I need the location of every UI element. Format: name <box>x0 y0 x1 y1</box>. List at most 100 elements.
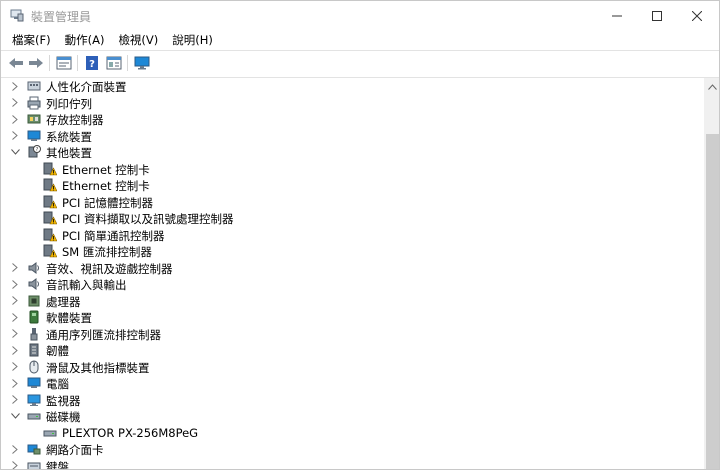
window-title: 裝置管理員 <box>31 10 92 24</box>
tree-item-label: 網路介面卡 <box>46 443 104 457</box>
chevron-right-icon[interactable] <box>9 262 21 274</box>
scroll-up-button[interactable] <box>704 78 719 95</box>
tree-category-row[interactable]: 系統裝置 <box>4 128 684 145</box>
chevron-down-icon[interactable] <box>9 410 21 422</box>
tree-item-label: 其他裝置 <box>46 146 92 160</box>
menu-bar: 檔案(F) 動作(A) 檢視(V) 說明(H) <box>1 30 719 50</box>
tree-device-row[interactable]: Ethernet 控制卡 <box>4 161 684 178</box>
warning-device-icon <box>43 162 57 175</box>
chevron-right-icon[interactable] <box>9 361 21 373</box>
minimize-button[interactable] <box>597 1 637 30</box>
disk-drive-icon <box>27 413 41 420</box>
tree-device-row[interactable]: PLEXTOR PX-256M8PeG <box>4 425 684 442</box>
tree-item-label: 存放控制器 <box>46 113 104 127</box>
warning-device-icon <box>43 178 57 192</box>
title-bar[interactable]: 裝置管理員 <box>1 1 719 30</box>
tree-item-label: PCI 簡單通訊控制器 <box>62 228 165 243</box>
disk-drive-icon <box>43 430 57 436</box>
menu-view[interactable]: 檢視(V) <box>111 30 165 50</box>
tree-category-row[interactable]: 存放控制器 <box>4 111 684 128</box>
tree-item-label: 滑鼠及其他指標裝置 <box>46 360 150 375</box>
tree-category-row[interactable]: 監視器 <box>4 392 684 409</box>
tree-category-row[interactable]: 韌體 <box>4 342 684 359</box>
minimize-icon <box>612 15 622 16</box>
chevron-right-icon[interactable] <box>9 80 21 92</box>
tree-item-label: SM 匯流排控制器 <box>62 245 152 259</box>
details-button[interactable] <box>105 54 123 72</box>
chevron-right-icon[interactable] <box>9 377 21 389</box>
scan-hardware-button[interactable] <box>133 54 151 72</box>
tree-device-row[interactable]: Ethernet 控制卡 <box>4 177 684 194</box>
forward-button[interactable] <box>27 54 45 72</box>
tree-item-label: 韌體 <box>46 344 69 358</box>
tree-category-row[interactable]: 磁碟機 <box>4 408 684 425</box>
back-button[interactable] <box>7 54 25 72</box>
device-tree[interactable]: 人性化介面裝置 列印佇列 存放控制器 系統裝置? 其他裝置 Ethernet 控制卡 Eth… <box>4 78 704 469</box>
chevron-right-icon[interactable] <box>9 130 21 142</box>
chevron-right-icon[interactable] <box>9 97 21 109</box>
tree-device-row[interactable]: PCI 簡單通訊控制器 <box>4 227 684 244</box>
tree-device-row[interactable]: PCI 記憶體控制器 <box>4 194 684 211</box>
chevron-right-icon[interactable] <box>9 328 21 340</box>
tree-item-label: PCI 資料擷取以及訊號處理控制器 <box>62 212 234 226</box>
tree-category-row[interactable]: 滑鼠及其他指標裝置 <box>4 359 684 376</box>
tree-device-row[interactable]: SM 匯流排控制器 <box>4 243 684 260</box>
chevron-right-icon[interactable] <box>9 344 21 356</box>
tree-category-row[interactable]: 列印佇列 <box>4 95 684 112</box>
system-device-icon <box>27 130 41 141</box>
speaker-icon <box>28 261 39 274</box>
tree-category-row[interactable]: 軟體裝置 <box>4 309 684 326</box>
chevron-right-icon[interactable] <box>9 394 21 406</box>
tree-device-row[interactable]: PCI 資料擷取以及訊號處理控制器 <box>4 210 684 227</box>
maximize-button[interactable] <box>637 1 677 30</box>
tree-item-label: 通用序列匯流排控制器 <box>46 327 161 342</box>
chevron-down-icon[interactable] <box>9 146 21 158</box>
tree-item-label: 監視器 <box>46 393 81 408</box>
help-button[interactable]: ? <box>83 54 101 72</box>
tree-category-row[interactable]: ? 其他裝置 <box>4 144 684 161</box>
other-device-icon: ? <box>28 145 41 158</box>
chevron-right-icon[interactable] <box>9 113 21 125</box>
vertical-scrollbar[interactable] <box>704 78 719 469</box>
storage-controller-icon <box>27 114 41 124</box>
help-icon: ? <box>86 56 98 70</box>
warning-device-icon <box>43 211 57 225</box>
tree-category-row[interactable]: 處理器 <box>4 293 684 310</box>
tree-category-row[interactable]: 電腦 <box>4 375 684 392</box>
hid-icon <box>27 81 41 91</box>
tree-item-label: 磁碟機 <box>46 410 81 424</box>
tree-category-row[interactable]: 鍵盤 <box>4 458 684 469</box>
chevron-right-icon[interactable] <box>9 311 21 323</box>
svg-text:?: ? <box>36 147 39 153</box>
tree-item-label: 人性化介面裝置 <box>46 80 127 94</box>
tree-category-row[interactable]: 人性化介面裝置 <box>4 78 684 95</box>
tree-item-label: 電腦 <box>46 377 69 391</box>
maximize-icon <box>652 10 662 21</box>
menu-help[interactable]: 說明(H) <box>165 30 220 50</box>
menu-action[interactable]: 動作(A) <box>58 30 112 50</box>
close-icon <box>692 10 702 21</box>
tree-category-row[interactable]: 音效、視訊及遊戲控制器 <box>4 260 684 277</box>
toolbar-separator <box>127 55 128 71</box>
tree-item-label: PLEXTOR PX-256M8PeG <box>62 425 199 440</box>
processor-icon <box>28 295 40 306</box>
tree-category-row[interactable]: 網路介面卡 <box>4 441 684 458</box>
monitor-icon <box>27 394 41 406</box>
chevron-right-icon[interactable] <box>9 278 21 290</box>
usb-icon <box>30 327 38 340</box>
tree-category-row[interactable]: 通用序列匯流排控制器 <box>4 326 684 343</box>
tree-item-label: Ethernet 控制卡 <box>62 179 150 193</box>
chevron-right-icon[interactable] <box>9 443 21 455</box>
close-button[interactable] <box>677 1 717 30</box>
computer-icon <box>27 377 41 388</box>
tree-item-label: 軟體裝置 <box>46 311 92 325</box>
menu-file[interactable]: 檔案(F) <box>5 30 58 50</box>
scroll-thumb[interactable] <box>706 134 719 469</box>
toolbar: ? <box>1 51 719 75</box>
tree-item-label: PCI 記憶體控制器 <box>62 195 154 210</box>
properties-button[interactable] <box>55 54 73 72</box>
tree-item-label: 音訊輸入與輸出 <box>46 278 127 292</box>
chevron-right-icon[interactable] <box>9 460 21 469</box>
chevron-right-icon[interactable] <box>9 295 21 307</box>
tree-category-row[interactable]: 音訊輸入與輸出 <box>4 276 684 293</box>
